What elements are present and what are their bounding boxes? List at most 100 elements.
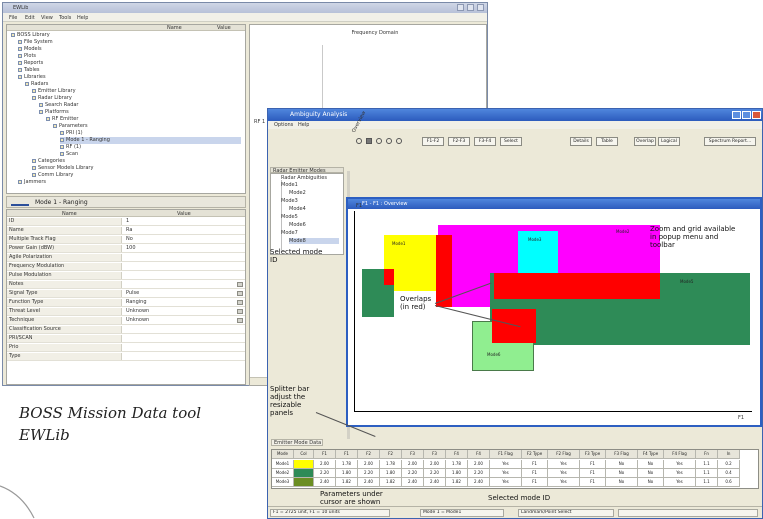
- dropdown-arrow-icon[interactable]: [237, 318, 243, 323]
- property-value[interactable]: [124, 254, 243, 261]
- table-header-cell[interactable]: F2 Flag: [548, 450, 580, 459]
- tree-row[interactable]: Scan: [60, 151, 241, 158]
- tree-row[interactable]: RF Emitter: [46, 116, 241, 123]
- mode-tree-item[interactable]: Mode4: [289, 206, 339, 212]
- table-header-cell[interactable]: F1: [336, 450, 358, 459]
- mode-tree-item[interactable]: Mode8: [289, 238, 339, 244]
- mode-tree-item[interactable]: Mode5: [281, 214, 331, 220]
- table-header-cell[interactable]: F1: [314, 450, 336, 459]
- tree-row[interactable]: Tables: [18, 67, 241, 74]
- table-header-cell[interactable]: F3: [402, 450, 424, 459]
- tree-row[interactable]: Jammers: [18, 179, 241, 186]
- table-tab[interactable]: Emitter Mode Data: [271, 439, 323, 446]
- dropdown-arrow-icon[interactable]: [237, 291, 243, 296]
- property-value[interactable]: [124, 326, 243, 333]
- table-header-cell[interactable]: F2: [358, 450, 380, 459]
- minimize-button[interactable]: [457, 4, 464, 11]
- property-value[interactable]: 100: [124, 245, 243, 252]
- table-header-cell[interactable]: In: [718, 450, 740, 459]
- spectrum-report-button[interactable]: Spectrum Report...: [704, 137, 756, 146]
- mode-tree-item[interactable]: Mode1: [281, 182, 331, 188]
- zoom-in-icon[interactable]: [376, 138, 382, 144]
- property-row[interactable]: Name Ra: [7, 227, 245, 235]
- table-header-cell[interactable]: Fn: [696, 450, 718, 459]
- property-value[interactable]: Unknown: [124, 317, 243, 324]
- table-header-cell[interactable]: F1 Flag: [490, 450, 522, 459]
- dropdown-arrow-icon[interactable]: [237, 309, 243, 314]
- property-value[interactable]: Ra: [124, 227, 243, 234]
- property-row[interactable]: ID 1: [7, 218, 245, 226]
- close-button[interactable]: [752, 111, 761, 119]
- property-value[interactable]: No: [124, 236, 243, 243]
- property-row[interactable]: Multiple Track Flag No: [7, 236, 245, 244]
- property-value[interactable]: Unknown: [124, 308, 243, 315]
- tree-row[interactable]: Platforms: [39, 109, 241, 116]
- tree-row[interactable]: Models: [18, 46, 241, 53]
- tree-row[interactable]: Libraries: [18, 74, 241, 81]
- overlap-button[interactable]: Overlap: [634, 137, 656, 146]
- table-header-cell[interactable]: F4 Flag: [664, 450, 696, 459]
- maximize-button[interactable]: [742, 111, 751, 119]
- dropdown-arrow-icon[interactable]: [237, 282, 243, 287]
- menu-edit[interactable]: Edit: [25, 15, 35, 21]
- property-value[interactable]: [124, 353, 243, 360]
- property-value[interactable]: [124, 272, 243, 279]
- table-button[interactable]: Table: [596, 137, 618, 146]
- settings-icon[interactable]: [356, 138, 362, 144]
- mode-tree-item[interactable]: Mode6: [289, 222, 339, 228]
- library-tree[interactable]: Name Value BOSS Library File System Models…: [6, 24, 246, 194]
- property-value[interactable]: [124, 281, 243, 288]
- property-value[interactable]: [124, 335, 243, 342]
- property-row[interactable]: Threat Level Unknown: [7, 308, 245, 316]
- property-row[interactable]: Technique Unknown: [7, 317, 245, 325]
- f2-f3-button[interactable]: F2-F3: [448, 137, 470, 146]
- table-header-cell[interactable]: F2 Type: [522, 450, 548, 459]
- tree-row[interactable]: Comm Library: [32, 172, 241, 179]
- property-row[interactable]: PRI/SCAN: [7, 335, 245, 343]
- table-header-cell[interactable]: F4: [446, 450, 468, 459]
- property-row[interactable]: Pulse Modulation: [7, 272, 245, 280]
- property-row[interactable]: Type: [7, 353, 245, 361]
- tree-row[interactable]: Mode 1 - Ranging: [60, 137, 241, 144]
- logical-button[interactable]: Logical: [658, 137, 680, 146]
- property-value[interactable]: [124, 344, 243, 351]
- tree-row[interactable]: Radars: [25, 81, 241, 88]
- property-value[interactable]: 1: [124, 218, 243, 225]
- property-value[interactable]: Ranging: [124, 299, 243, 306]
- menu-view[interactable]: View: [41, 15, 53, 21]
- minimize-button[interactable]: [732, 111, 741, 119]
- mode-tree-item[interactable]: Mode7: [281, 230, 331, 236]
- property-row[interactable]: Signal Type Pulse: [7, 290, 245, 298]
- details-button[interactable]: Details: [570, 137, 592, 146]
- property-row[interactable]: Prio: [7, 344, 245, 352]
- table-header-cell[interactable]: F4: [468, 450, 490, 459]
- property-value[interactable]: Pulse: [124, 290, 243, 297]
- tree-row[interactable]: RF (1): [60, 144, 241, 151]
- tree-row[interactable]: Radar Library: [32, 95, 241, 102]
- mode-tree[interactable]: Radar Ambiguities Mode1 Mode2 Mode3 Mode4 Mo…: [270, 173, 344, 255]
- property-row[interactable]: Power Gain (dBW) 100: [7, 245, 245, 253]
- tree-row[interactable]: Emitter Library: [32, 88, 241, 95]
- tree-row[interactable]: BOSS Library: [11, 32, 241, 39]
- menu-help[interactable]: Help: [77, 15, 88, 21]
- tree-row[interactable]: Parameters: [53, 123, 241, 130]
- dropdown-arrow-icon[interactable]: [237, 300, 243, 305]
- table-tab-label[interactable]: Emitter Mode Data: [274, 440, 321, 446]
- table-header-cell[interactable]: F4 Type: [638, 450, 664, 459]
- property-row[interactable]: Frequency Modulation: [7, 263, 245, 271]
- property-value[interactable]: [124, 263, 243, 270]
- maximize-button[interactable]: [467, 4, 474, 11]
- property-row[interactable]: Agile Polarization: [7, 254, 245, 262]
- menu-options[interactable]: Options: [274, 122, 293, 128]
- table-header-cell[interactable]: F3: [424, 450, 446, 459]
- f1-f2-button[interactable]: F1-F2: [422, 137, 444, 146]
- menu-help[interactable]: Help: [298, 122, 309, 128]
- tree-row[interactable]: File System: [18, 39, 241, 46]
- property-row[interactable]: Classification Source: [7, 326, 245, 334]
- select-button[interactable]: Select: [500, 137, 522, 146]
- tree-row[interactable]: Categories: [32, 158, 241, 165]
- tree-row[interactable]: Reports: [18, 60, 241, 67]
- property-row[interactable]: Function Type Ranging: [7, 299, 245, 307]
- table-header-cell[interactable]: F3 Flag: [606, 450, 638, 459]
- mode-tree-item[interactable]: Mode3: [281, 198, 331, 204]
